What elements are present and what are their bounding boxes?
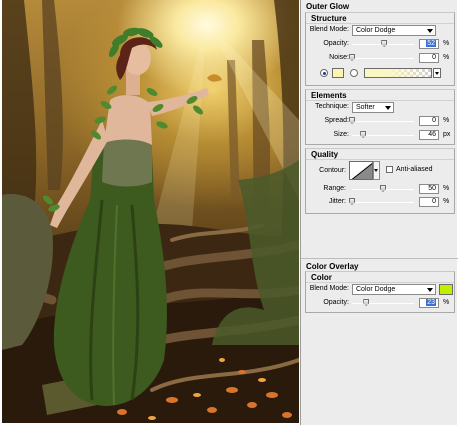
- spread-slider[interactable]: [349, 117, 414, 124]
- blend-mode-dropdown[interactable]: Color Dodge: [352, 25, 436, 36]
- opacity-input[interactable]: 52: [419, 39, 439, 49]
- size-unit: px: [443, 131, 451, 138]
- spread-label: Spread:: [324, 117, 349, 124]
- opacity-unit: %: [443, 40, 450, 47]
- jitter-slider-thumb[interactable]: [349, 198, 355, 205]
- overlay-blend-mode-value: Color Dodge: [356, 286, 396, 293]
- spread-unit: %: [443, 117, 450, 124]
- overlay-blend-mode-dropdown[interactable]: Color Dodge: [352, 284, 436, 295]
- range-slider-thumb[interactable]: [380, 185, 386, 192]
- contour-curve-graphic: [351, 162, 372, 179]
- noise-label: Noise:: [329, 54, 349, 61]
- elements-group: Elements Technique: Softer Spread: 0 % S…: [305, 89, 455, 145]
- range-slider[interactable]: [352, 185, 414, 192]
- noise-input[interactable]: 0: [419, 53, 439, 63]
- structure-title: Structure: [306, 13, 454, 24]
- size-slider-thumb[interactable]: [360, 131, 367, 138]
- spread-input[interactable]: 0: [419, 116, 439, 126]
- elements-title: Elements: [306, 90, 454, 101]
- gradient-dropdown-button[interactable]: [433, 68, 441, 78]
- color-title: Color: [306, 272, 454, 283]
- opacity-slider[interactable]: [352, 40, 414, 47]
- layer-style-panel: Outer Glow Structure Blend Mode: Color D…: [300, 0, 458, 425]
- overlay-opacity-slider[interactable]: [352, 299, 414, 306]
- color-group: Color Blend Mode: Color Dodge Opacity: 2…: [305, 271, 455, 313]
- outer-glow-title: Outer Glow: [306, 2, 350, 11]
- structure-group: Structure Blend Mode: Color Dodge Opacit…: [305, 12, 455, 86]
- radio-solid-color-icon[interactable]: [320, 69, 328, 77]
- overlay-opacity-input[interactable]: 23: [419, 298, 439, 308]
- opacity-label: Opacity:: [323, 40, 349, 47]
- jitter-unit: %: [443, 198, 450, 205]
- range-input[interactable]: 50: [419, 184, 439, 194]
- noise-slider-thumb[interactable]: [349, 54, 355, 61]
- dropdown-arrow-icon: [427, 29, 433, 33]
- jitter-label: Jitter:: [328, 198, 346, 205]
- size-slider[interactable]: [352, 131, 414, 138]
- technique-label: Technique:: [315, 103, 349, 110]
- quality-group: Quality Contour: Anti-aliased Range: 50 …: [305, 148, 455, 214]
- glow-color-swatch[interactable]: [332, 68, 344, 78]
- checkbox-icon[interactable]: [386, 166, 393, 173]
- blend-mode-value: Color Dodge: [356, 27, 396, 34]
- jitter-input[interactable]: 0: [419, 197, 439, 207]
- size-input[interactable]: 46: [419, 130, 439, 140]
- technique-value: Softer: [356, 104, 375, 111]
- dropdown-arrow-icon: [385, 106, 391, 110]
- technique-dropdown[interactable]: Softer: [352, 102, 394, 113]
- size-label: Size:: [333, 131, 349, 138]
- noise-slider[interactable]: [349, 54, 414, 61]
- fantasy-forest-illustration: [2, 0, 299, 423]
- spread-slider-thumb[interactable]: [349, 117, 355, 124]
- overlay-opacity-value: 23: [426, 299, 436, 306]
- noise-unit: %: [443, 54, 450, 61]
- contour-curve-icon[interactable]: [349, 161, 373, 180]
- dropdown-arrow-icon: [427, 288, 433, 292]
- artwork-image: [2, 0, 299, 423]
- overlay-opacity-slider-thumb[interactable]: [363, 299, 370, 306]
- quality-title: Quality: [306, 149, 454, 160]
- contour-dropdown-button[interactable]: [373, 161, 380, 180]
- contour-label: Contour:: [319, 167, 346, 174]
- anti-aliased-label: Anti-aliased: [396, 166, 433, 173]
- opacity-value: 52: [426, 40, 436, 47]
- range-label: Range:: [323, 185, 346, 192]
- glow-gradient-picker[interactable]: [364, 68, 432, 78]
- opacity-slider-thumb[interactable]: [381, 40, 388, 47]
- blend-mode-label: Blend Mode:: [309, 26, 349, 33]
- range-unit: %: [443, 185, 450, 192]
- overlay-color-swatch[interactable]: [439, 284, 453, 295]
- overlay-opacity-label: Opacity:: [323, 299, 349, 306]
- overlay-blend-mode-label: Blend Mode:: [309, 285, 349, 292]
- radio-gradient-icon[interactable]: [350, 69, 358, 77]
- overlay-opacity-unit: %: [443, 299, 450, 306]
- jitter-slider[interactable]: [349, 198, 414, 205]
- section-divider: [301, 258, 458, 259]
